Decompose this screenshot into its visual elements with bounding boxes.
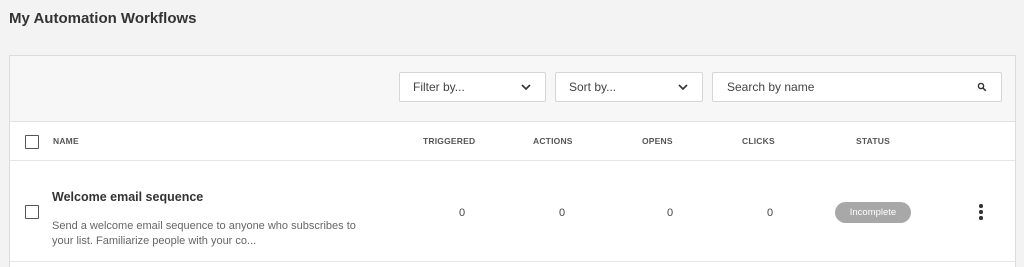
status-badge: Incomplete	[835, 202, 911, 223]
table-header: NAME TRIGGERED ACTIONS OPENS CLICKS STAT…	[10, 122, 1015, 161]
workflow-description: Send a welcome email sequence to anyone …	[52, 219, 392, 249]
select-all-checkbox[interactable]	[25, 135, 39, 149]
workflow-description-line: your list. Familiarize people with your …	[52, 235, 257, 247]
column-header-actions[interactable]: ACTIONS	[533, 122, 573, 161]
column-header-triggered[interactable]: TRIGGERED	[423, 122, 475, 161]
column-header-clicks[interactable]: CLICKS	[742, 122, 775, 161]
more-vertical-icon[interactable]	[973, 202, 989, 224]
sort-dropdown[interactable]: Sort by...	[555, 72, 703, 102]
opens-count: 0	[666, 207, 674, 219]
column-header-status[interactable]: STATUS	[856, 122, 890, 161]
row-checkbox[interactable]	[25, 205, 39, 219]
workflow-description-line: Send a welcome email sequence to anyone …	[52, 220, 356, 232]
filter-dropdown[interactable]: Filter by...	[399, 72, 546, 102]
actions-count: 0	[558, 207, 566, 219]
toolbar: Filter by... Sort by...	[10, 56, 1015, 122]
search-input[interactable]	[713, 73, 963, 101]
filter-dropdown-label: Filter by...	[413, 80, 465, 94]
search-icon[interactable]	[977, 82, 987, 92]
search-box	[712, 72, 1002, 102]
page-title: My Automation Workflows	[9, 10, 197, 27]
column-header-name[interactable]: NAME	[53, 122, 79, 161]
workflow-name[interactable]: Welcome email sequence	[52, 190, 203, 204]
sort-dropdown-label: Sort by...	[569, 80, 617, 94]
clicks-count: 0	[766, 207, 774, 219]
table-row[interactable]: Welcome email sequence Send a welcome em…	[10, 161, 1015, 262]
triggered-count: 0	[458, 207, 466, 219]
chevron-down-icon	[678, 84, 688, 91]
column-header-opens[interactable]: OPENS	[642, 122, 673, 161]
workflows-panel: Filter by... Sort by... NAME TRIGGERED A…	[9, 55, 1016, 267]
chevron-down-icon	[521, 84, 531, 91]
